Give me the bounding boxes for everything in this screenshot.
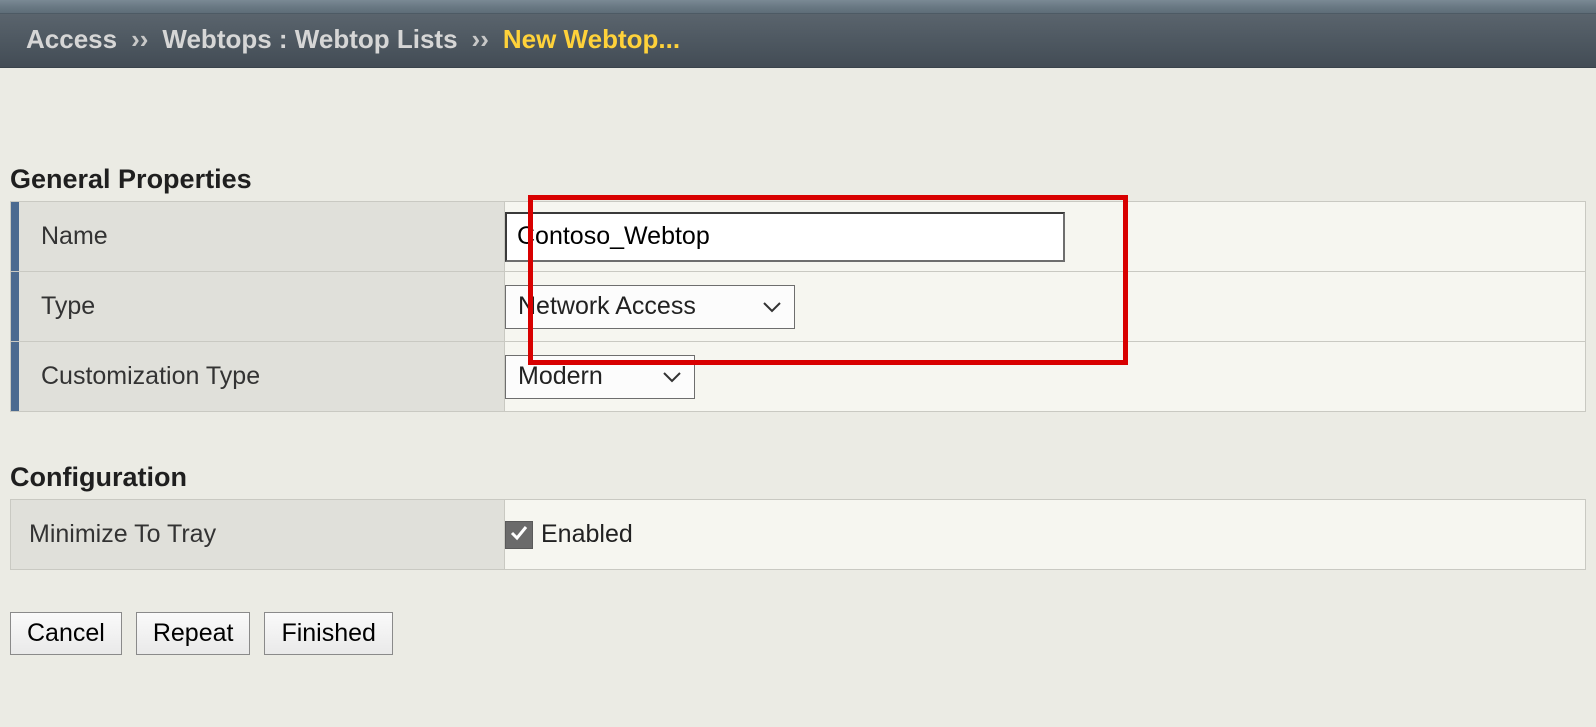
breadcrumb-item-access[interactable]: Access	[26, 24, 117, 55]
minimize-to-tray-checkbox[interactable]	[505, 521, 533, 549]
chevron-down-icon	[662, 362, 682, 391]
label-type: Type	[11, 272, 504, 341]
finished-button[interactable]: Finished	[264, 612, 393, 655]
breadcrumb-item-webtops[interactable]: Webtops : Webtop Lists	[162, 24, 457, 55]
name-input[interactable]	[505, 212, 1065, 262]
customization-type-value: Modern	[518, 362, 603, 391]
chevron-down-icon	[762, 292, 782, 321]
label-minimize-to-tray: Minimize To Tray	[11, 500, 504, 569]
label-customization-type: Customization Type	[11, 342, 504, 411]
configuration-table: Minimize To Tray Enabled	[10, 499, 1586, 570]
section-title-general: General Properties	[10, 164, 1586, 195]
label-name: Name	[11, 202, 504, 271]
form-buttons: Cancel Repeat Finished	[10, 612, 1586, 655]
repeat-button[interactable]: Repeat	[136, 612, 251, 655]
customization-type-select[interactable]: Modern	[505, 355, 695, 399]
general-properties-table: Name Type Network Access	[10, 201, 1586, 412]
row-marker	[11, 272, 19, 341]
section-title-configuration: Configuration	[10, 462, 1586, 493]
type-select[interactable]: Network Access	[505, 285, 795, 329]
breadcrumb-separator: ››	[131, 24, 148, 55]
type-select-value: Network Access	[518, 292, 696, 321]
window-top-bar	[0, 0, 1596, 14]
cancel-button[interactable]: Cancel	[10, 612, 122, 655]
checkmark-icon	[509, 520, 529, 549]
row-marker	[11, 342, 19, 411]
breadcrumb: Access ›› Webtops : Webtop Lists ›› New …	[0, 14, 1596, 68]
minimize-to-tray-text: Enabled	[541, 520, 633, 549]
breadcrumb-separator: ››	[472, 24, 489, 55]
breadcrumb-current: New Webtop...	[503, 24, 680, 55]
row-marker	[11, 202, 19, 271]
